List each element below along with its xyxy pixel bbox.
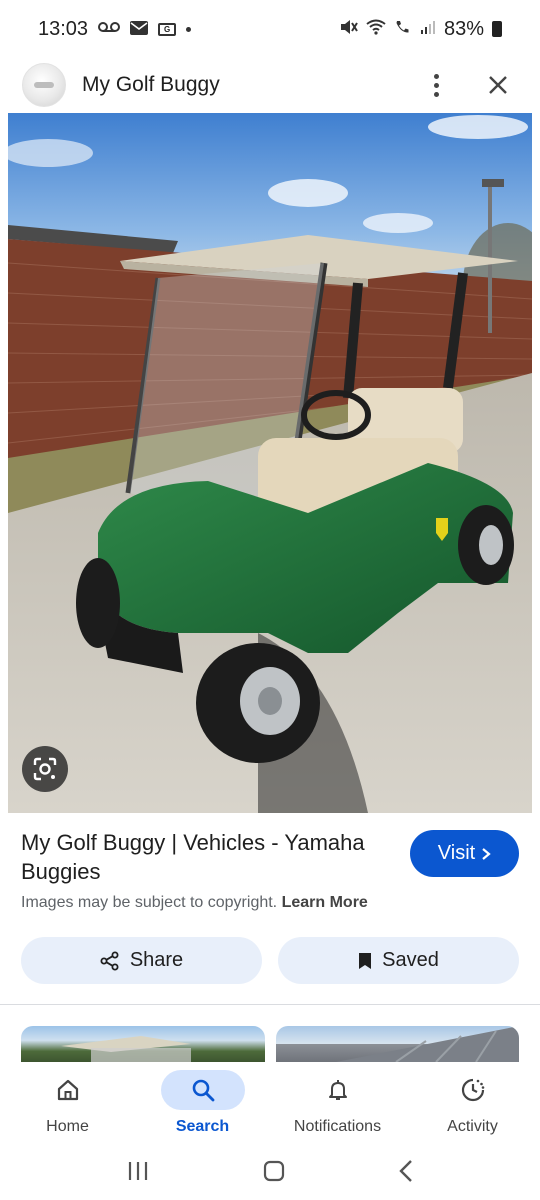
front-wheel [196, 643, 320, 763]
visit-button[interactable]: Visit [410, 830, 519, 877]
share-label: Share [129, 949, 184, 971]
home-icon [57, 1079, 78, 1101]
activity-icon [461, 1078, 484, 1102]
visit-label: Visit [437, 842, 476, 864]
golf-buggy-photo [8, 113, 532, 813]
home-square-icon [263, 1160, 285, 1181]
result-image[interactable] [8, 113, 532, 813]
back-chevron-icon [398, 1159, 412, 1182]
battery-percent: 83% [443, 17, 484, 40]
status-right: 83% [340, 18, 502, 41]
nav-icon-container [160, 1070, 245, 1110]
nav-icon-container [26, 1070, 110, 1110]
lens-button[interactable] [22, 746, 68, 792]
saved-label: Saved [382, 949, 439, 971]
search-icon [192, 1079, 214, 1102]
wifi-icon [366, 18, 386, 41]
learn-more-link[interactable]: Learn More [282, 894, 368, 911]
back-button[interactable] [398, 1159, 414, 1188]
nav-label: Activity [447, 1118, 498, 1135]
mute-icon [340, 18, 358, 41]
nav-icon-container [296, 1070, 380, 1110]
nav-label: Home [46, 1118, 89, 1135]
home-system-button[interactable] [263, 1160, 285, 1187]
share-button[interactable]: Share [21, 937, 262, 984]
nav-activity[interactable]: Activity [405, 1062, 540, 1146]
status-left: 13:03 G [38, 17, 192, 41]
system-navigation-bar [0, 1146, 540, 1200]
nav-icon-container [431, 1070, 515, 1110]
bell-icon [328, 1080, 347, 1100]
lens-icon [33, 757, 57, 781]
nav-label: Search [175, 1118, 230, 1135]
bookmark-filled-icon [359, 952, 372, 969]
site-title: My Golf Buggy [82, 73, 220, 96]
news-icon: G [158, 22, 177, 36]
recent-apps-icon [129, 1161, 148, 1180]
mail-icon [130, 18, 149, 41]
recent-apps-button[interactable] [126, 1160, 150, 1187]
more-vert-icon [433, 73, 439, 97]
nav-home[interactable]: Home [0, 1062, 135, 1146]
close-icon [489, 76, 507, 94]
copyright-text: Images may be subject to copyright. [21, 894, 278, 911]
close-button[interactable] [478, 65, 518, 105]
more-options-button[interactable] [416, 65, 456, 105]
related-image-thumbnail[interactable] [21, 1026, 265, 1062]
share-icon [100, 951, 119, 970]
related-image-thumbnail[interactable] [276, 1026, 519, 1062]
bottom-navigation: Home Search Notifications Activity [0, 1062, 540, 1146]
notification-dot [186, 26, 192, 32]
nav-notifications[interactable]: Notifications [270, 1062, 405, 1146]
chevron-right-icon [482, 847, 491, 860]
signal-icon [420, 18, 436, 41]
divider [0, 1004, 540, 1005]
status-time: 13:03 [38, 17, 89, 40]
voicemail-icon [98, 20, 121, 38]
battery-icon [492, 21, 502, 37]
wifi-calling-icon [394, 18, 412, 41]
result-title[interactable]: My Golf Buggy | Vehicles - Yamaha Buggie… [21, 828, 401, 886]
status-bar: 13:03 G 83% [0, 0, 540, 58]
site-favicon [22, 63, 66, 107]
copyright-notice: Images may be subject to copyright. Lear… [21, 894, 368, 912]
image-viewer-header: My Golf Buggy [0, 58, 540, 112]
saved-button[interactable]: Saved [278, 937, 519, 984]
nav-label: Notifications [293, 1118, 382, 1135]
nav-search[interactable]: Search [135, 1062, 270, 1146]
